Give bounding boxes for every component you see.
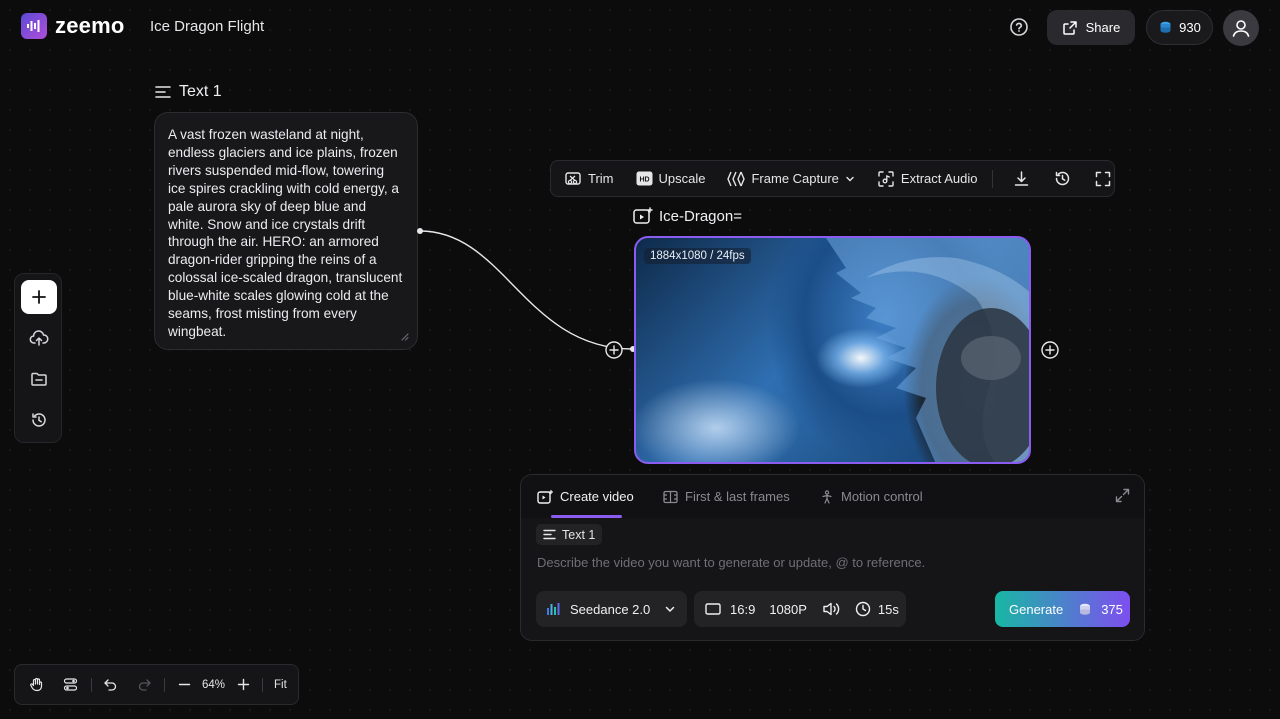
upscale-label: Upscale bbox=[658, 171, 706, 186]
tab-create-video[interactable]: Create video bbox=[537, 489, 634, 504]
duration-value: 15s bbox=[877, 601, 899, 617]
video-preview[interactable]: 1884x1080 / 24fps bbox=[634, 236, 1031, 464]
frames-icon bbox=[663, 490, 678, 503]
extract-audio-label: Extract Audio bbox=[900, 171, 978, 186]
model-name: Seedance 2.0 bbox=[570, 601, 651, 617]
folder-icon[interactable] bbox=[27, 367, 51, 391]
upload-icon[interactable] bbox=[27, 326, 51, 350]
fullscreen-icon[interactable] bbox=[1095, 171, 1111, 187]
audio-icon bbox=[823, 602, 840, 616]
seedance-logo-icon bbox=[547, 603, 560, 615]
model-selector[interactable]: Seedance 2.0 bbox=[536, 591, 687, 627]
zoom-out-icon[interactable] bbox=[177, 678, 191, 691]
expand-icon[interactable] bbox=[1115, 488, 1130, 503]
motion-icon bbox=[822, 489, 832, 504]
share-icon bbox=[1062, 20, 1078, 36]
active-tab-indicator bbox=[551, 515, 622, 518]
add-node-button[interactable] bbox=[21, 280, 57, 314]
text-node-title: Text 1 bbox=[179, 83, 222, 100]
trim-button[interactable]: Trim bbox=[564, 170, 614, 188]
connect-output-plus-icon[interactable] bbox=[1041, 341, 1059, 359]
frames-icon bbox=[727, 171, 746, 186]
version-history-icon[interactable] bbox=[1054, 170, 1071, 187]
share-label: Share bbox=[1085, 20, 1121, 35]
tab-motion-control-label: Motion control bbox=[841, 489, 923, 504]
download-icon[interactable] bbox=[1013, 170, 1030, 187]
reference-chip-label: Text 1 bbox=[562, 527, 596, 542]
credits-count: 930 bbox=[1179, 20, 1201, 35]
plus-icon bbox=[32, 290, 46, 304]
text-lines-icon bbox=[155, 85, 171, 99]
app-name: zeemo bbox=[55, 13, 125, 38]
tab-first-last-frames[interactable]: First & last frames bbox=[663, 489, 790, 504]
text-node-content[interactable]: A vast frozen wasteland at night, endles… bbox=[168, 126, 405, 341]
coins-icon bbox=[1080, 603, 1091, 615]
share-button[interactable]: Share bbox=[1047, 10, 1135, 45]
redo-icon[interactable] bbox=[136, 677, 152, 692]
user-avatar[interactable] bbox=[1223, 10, 1259, 46]
resolution-value: 1080P bbox=[769, 601, 807, 617]
node-connection-line bbox=[417, 228, 636, 352]
generate-label: Generate bbox=[1009, 601, 1064, 617]
resize-handle-icon bbox=[401, 333, 409, 341]
chevron-down-icon bbox=[846, 176, 854, 181]
toolbar-divider bbox=[91, 677, 92, 692]
toolbar-divider bbox=[262, 677, 264, 692]
video-settings-group[interactable]: 16:9 1080P 15s bbox=[694, 591, 906, 627]
zoom-level[interactable]: 64% bbox=[202, 679, 225, 691]
zoom-in-icon[interactable] bbox=[236, 678, 250, 691]
frame-capture-dropdown[interactable]: Frame Capture bbox=[727, 171, 854, 187]
generation-tabs: Create video First & last frames Motion … bbox=[521, 475, 1144, 518]
tab-create-video-label: Create video bbox=[560, 489, 634, 504]
video-node-header[interactable]: Ice-Dragon= bbox=[633, 207, 742, 225]
hd-icon: HD bbox=[636, 171, 653, 186]
prompt-input[interactable]: Describe the video you want to generate … bbox=[537, 555, 925, 570]
generate-cost: 375 bbox=[1101, 601, 1123, 617]
upscale-button[interactable]: HD Upscale bbox=[636, 171, 706, 186]
left-toolbar bbox=[14, 273, 62, 443]
text-node[interactable]: A vast frozen wasteland at night, endles… bbox=[154, 112, 418, 350]
video-toolbar: Trim HD Upscale Frame Capture Extract Au… bbox=[550, 160, 1115, 197]
reference-chip[interactable]: Text 1 bbox=[536, 524, 603, 545]
aspect-ratio-value: 16:9 bbox=[730, 601, 756, 617]
undo-icon[interactable] bbox=[102, 677, 118, 692]
coins-icon bbox=[1158, 20, 1173, 35]
history-icon[interactable] bbox=[27, 408, 51, 432]
fit-button[interactable]: Fit bbox=[274, 679, 287, 691]
text-lines-icon bbox=[543, 529, 556, 540]
toolbar-divider bbox=[164, 677, 165, 692]
generation-panel: Create video First & last frames Motion … bbox=[520, 474, 1145, 641]
frame-capture-label: Frame Capture bbox=[751, 171, 839, 186]
zeemo-logo-icon bbox=[21, 13, 47, 39]
extract-audio-icon bbox=[878, 170, 894, 187]
dragon-image bbox=[826, 238, 1029, 462]
credits-button[interactable]: 930 bbox=[1146, 10, 1213, 45]
video-resolution-badge: 1884x1080 / 24fps bbox=[644, 248, 751, 264]
clock-icon bbox=[855, 601, 871, 617]
text-node-header[interactable]: Text 1 bbox=[155, 83, 222, 101]
trim-label: Trim bbox=[588, 171, 614, 186]
generate-button[interactable]: Generate 375 bbox=[995, 591, 1130, 627]
tab-first-last-frames-label: First & last frames bbox=[685, 489, 790, 504]
extract-audio-button[interactable]: Extract Audio bbox=[877, 170, 978, 188]
video-icon bbox=[633, 207, 653, 224]
trim-icon bbox=[565, 171, 581, 185]
video-icon bbox=[537, 489, 553, 504]
hand-tool-icon[interactable] bbox=[28, 677, 44, 692]
tab-motion-control[interactable]: Motion control bbox=[820, 489, 923, 504]
layout-settings-icon[interactable] bbox=[62, 677, 78, 692]
connect-input-plus-icon[interactable] bbox=[605, 341, 623, 359]
canvas-toolbar: 64% Fit bbox=[14, 664, 299, 705]
video-node-title: Ice-Dragon= bbox=[659, 207, 742, 225]
svg-text:HD: HD bbox=[639, 177, 649, 184]
aspect-ratio-icon bbox=[705, 603, 721, 615]
help-icon[interactable] bbox=[1008, 16, 1030, 38]
chevron-down-icon bbox=[665, 606, 675, 613]
user-icon bbox=[1232, 20, 1250, 37]
project-title[interactable]: Ice Dragon Flight bbox=[150, 18, 264, 35]
toolbar-divider bbox=[991, 169, 993, 188]
app-logo[interactable]: zeemo bbox=[21, 13, 124, 39]
